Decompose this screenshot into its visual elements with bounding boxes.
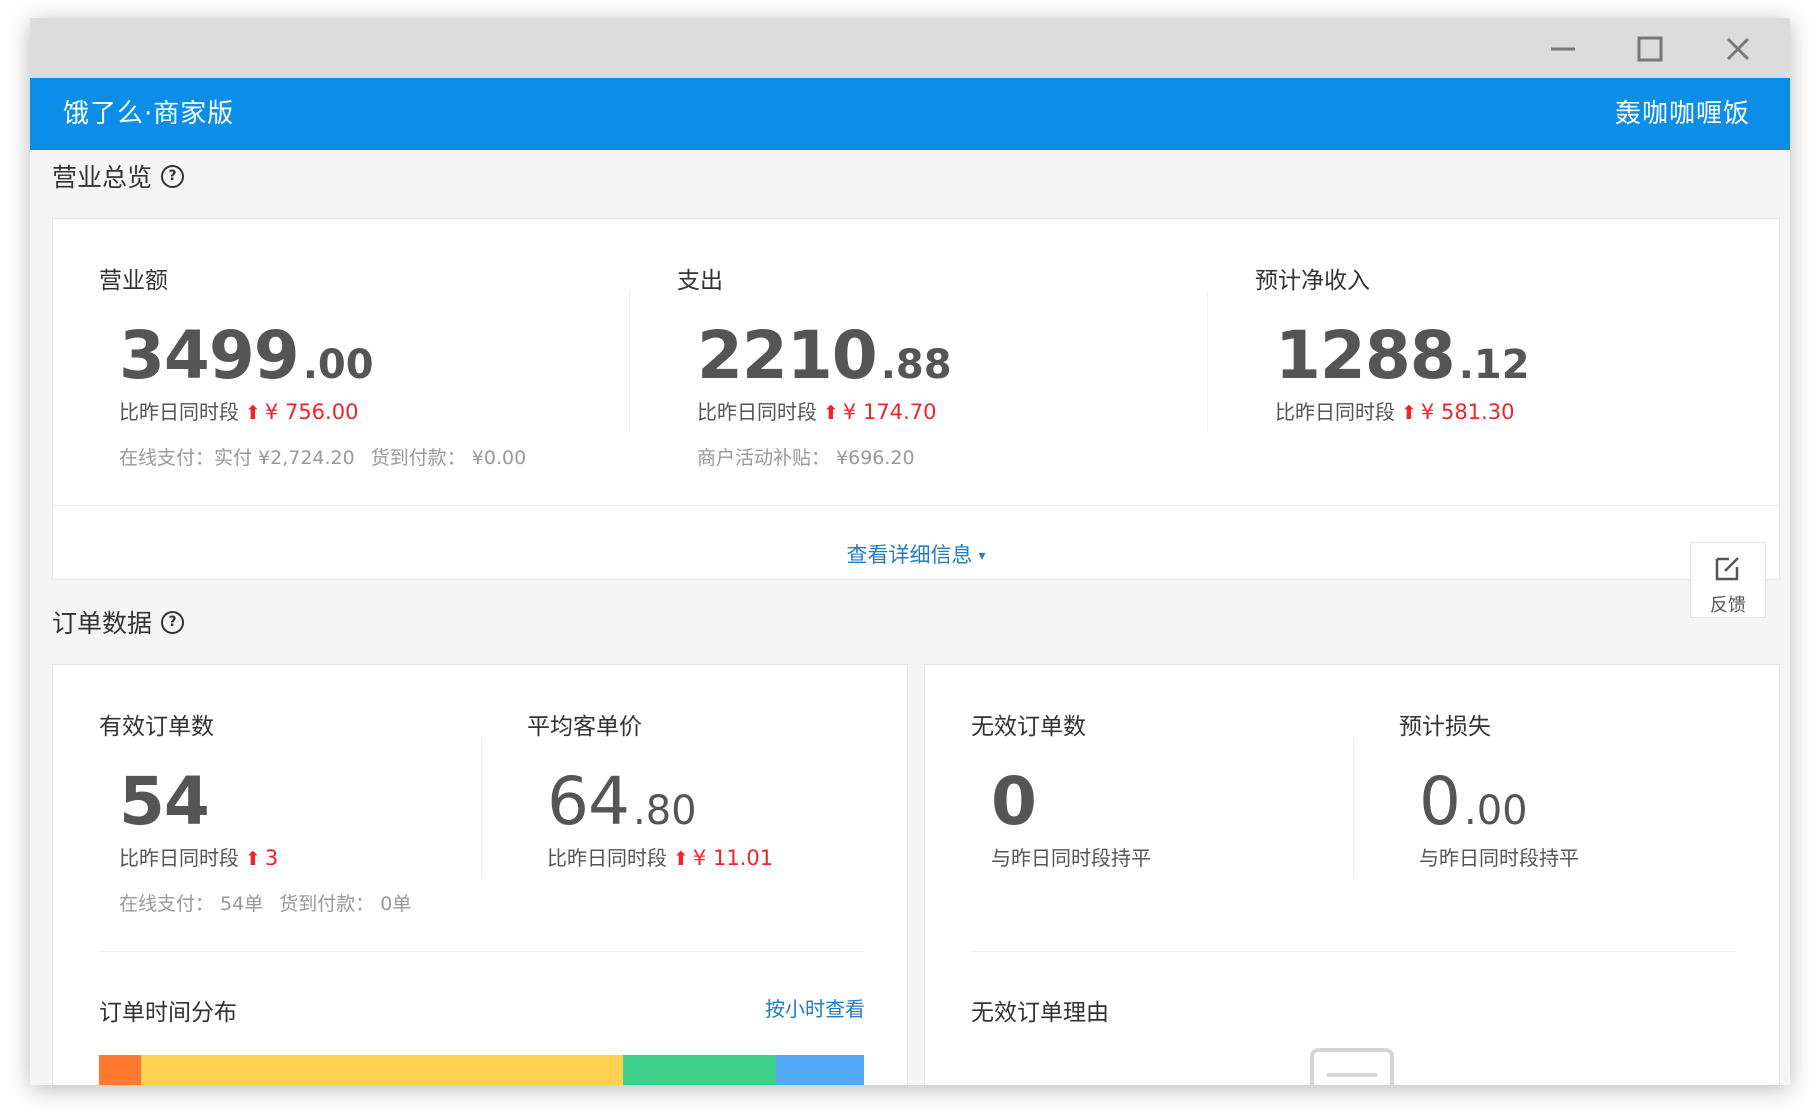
metric-value: 54 bbox=[119, 763, 210, 840]
metric-label: 营业额 bbox=[99, 268, 168, 294]
revenue-metric: 营业额 3499.00 比昨日同时段 ⬆ ¥ 756.00 在线支付：实付 ¥2,7… bbox=[99, 261, 526, 470]
net-income-metric: 预计净收入 1288.12 比昨日同时段 ⬆ ¥ 581.30 bbox=[1255, 261, 1530, 425]
app-window: 饿了么·商家版 轰咖咖喱饭 营业总览 ? 营业额 3499.00 比昨日同时段 ⬆… bbox=[30, 18, 1790, 1085]
up-arrow-icon: ⬆ bbox=[1401, 402, 1417, 424]
valid-orders-card: 有效订单数 54 比昨日同时段 ⬆ 3 在线支付： 54单 货到付款： 0单 平均客单… bbox=[52, 664, 908, 1085]
metric-value: 0 bbox=[991, 763, 1037, 840]
order-time-distribution-bar bbox=[99, 1055, 864, 1085]
card-divider bbox=[99, 951, 865, 952]
metric-compare: 与昨日同时段持平 bbox=[1419, 846, 1579, 870]
help-icon[interactable]: ? bbox=[161, 164, 185, 188]
expense-metric: 支出 2210.88 比昨日同时段 ⬆ ¥ 174.70 商户活动补贴： ¥696.… bbox=[677, 261, 952, 470]
title-bar bbox=[30, 18, 1790, 78]
divider bbox=[481, 737, 482, 879]
invalid-count-metric: 无效订单数 0 与昨日同时段持平 bbox=[971, 707, 1151, 871]
orders-title: 订单数据 bbox=[52, 609, 153, 638]
brand-title: 饿了么·商家版 bbox=[63, 99, 235, 129]
metric-sub: 商户活动补贴： ¥696.20 bbox=[697, 447, 915, 469]
minimize-icon[interactable] bbox=[1546, 32, 1580, 66]
close-icon[interactable] bbox=[1721, 32, 1755, 66]
metric-value: 1288.12 bbox=[1275, 317, 1530, 394]
orders-section-title: 订单数据 ? bbox=[52, 604, 185, 640]
card-divider bbox=[53, 505, 1779, 506]
overview-title: 营业总览 bbox=[52, 163, 153, 192]
metric-label: 无效订单数 bbox=[971, 714, 1086, 740]
invalid-reason-title: 无效订单理由 bbox=[971, 1000, 1109, 1026]
metric-value: 2210.88 bbox=[697, 317, 952, 394]
shop-name[interactable]: 轰咖咖喱饭 bbox=[1615, 78, 1750, 150]
avg-price-metric: 平均客单价 64.80 比昨日同时段 ⬆ ¥ 11.01 bbox=[527, 707, 773, 871]
up-arrow-icon: ⬆ bbox=[245, 402, 261, 424]
distribution-segment bbox=[99, 1055, 142, 1085]
metric-label: 预计损失 bbox=[1399, 714, 1491, 740]
valid-count-metric: 有效订单数 54 比昨日同时段 ⬆ 3 在线支付： 54单 货到付款： 0单 bbox=[99, 707, 411, 916]
metric-sub: 在线支付： 54单 货到付款： 0单 bbox=[119, 893, 412, 915]
feedback-label: 反馈 bbox=[1710, 595, 1746, 616]
invalid-orders-card: 无效订单数 0 与昨日同时段持平 预计损失 0.00 与昨日同时段持平 无效订单… bbox=[924, 664, 1780, 1085]
expected-loss-metric: 预计损失 0.00 与昨日同时段持平 bbox=[1399, 707, 1579, 871]
app-header: 饿了么·商家版 轰咖咖喱饭 bbox=[30, 78, 1790, 150]
metric-label: 有效订单数 bbox=[99, 714, 214, 740]
up-arrow-icon: ⬆ bbox=[823, 402, 839, 424]
view-by-hour-link[interactable]: 按小时查看 bbox=[765, 993, 865, 1022]
metric-compare: 比昨日同时段 ⬆ 3 bbox=[119, 846, 279, 870]
up-arrow-icon: ⬆ bbox=[673, 848, 689, 870]
metric-value: 3499.00 bbox=[119, 317, 374, 394]
metric-compare: 比昨日同时段 ⬆ ¥ 756.00 bbox=[119, 400, 359, 424]
divider bbox=[1353, 737, 1354, 879]
card-divider bbox=[971, 951, 1737, 952]
feedback-button[interactable]: 反馈 bbox=[1690, 542, 1766, 618]
metric-compare: 比昨日同时段 ⬆ ¥ 174.70 bbox=[697, 400, 937, 424]
metric-label: 平均客单价 bbox=[527, 714, 642, 740]
metric-label: 支出 bbox=[677, 268, 723, 294]
metric-sub: 在线支付：实付 ¥2,724.20 货到付款： ¥0.00 bbox=[119, 447, 527, 469]
distribution-segment bbox=[141, 1055, 623, 1085]
metric-value: 0.00 bbox=[1419, 763, 1528, 840]
metric-label: 预计净收入 bbox=[1255, 268, 1370, 294]
up-arrow-icon: ⬆ bbox=[245, 848, 261, 870]
divider bbox=[1207, 291, 1208, 433]
distribution-segment bbox=[623, 1055, 776, 1085]
distribution-segment bbox=[776, 1055, 864, 1085]
metric-compare: 比昨日同时段 ⬆ ¥ 11.01 bbox=[547, 846, 774, 870]
overview-section-title: 营业总览 ? bbox=[52, 158, 185, 194]
maximize-icon[interactable] bbox=[1633, 32, 1667, 66]
divider bbox=[629, 291, 630, 433]
overview-card: 营业额 3499.00 比昨日同时段 ⬆ ¥ 756.00 在线支付：实付 ¥2,7… bbox=[52, 218, 1780, 580]
chevron-down-icon: ▾ bbox=[978, 548, 986, 564]
distribution-title: 订单时间分布 bbox=[99, 1000, 237, 1026]
view-details-link[interactable]: 查看详细信息 ▾ bbox=[53, 539, 1779, 569]
edit-icon bbox=[1715, 557, 1739, 581]
metric-compare: 与昨日同时段持平 bbox=[991, 846, 1151, 870]
empty-document-icon bbox=[1310, 1048, 1394, 1085]
metric-value: 64.80 bbox=[547, 763, 697, 840]
help-icon[interactable]: ? bbox=[161, 610, 185, 634]
metric-compare: 比昨日同时段 ⬆ ¥ 581.30 bbox=[1275, 400, 1515, 424]
